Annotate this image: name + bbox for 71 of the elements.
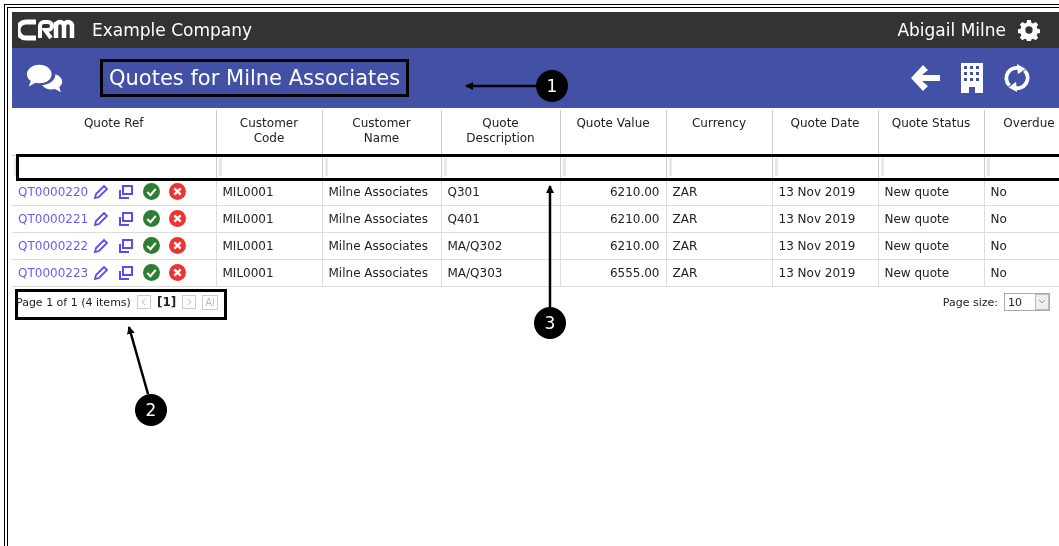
close-circle-icon[interactable] [169, 210, 187, 227]
copy-icon[interactable] [118, 210, 135, 227]
company-name: Example Company [92, 20, 253, 40]
refresh-icon[interactable] [1002, 63, 1032, 93]
table-cell: 6210.00 [560, 178, 666, 206]
back-arrow-icon[interactable] [908, 62, 942, 94]
table-cell: MIL0001 [216, 205, 322, 233]
table-cell: MIL0001 [216, 259, 322, 287]
table-cell: MA/Q303 [441, 259, 560, 287]
table-cell: Milne Associates [322, 205, 441, 233]
check-circle-icon[interactable] [143, 264, 161, 281]
copy-icon[interactable] [118, 264, 135, 281]
column-header[interactable]: Quote Value [560, 110, 666, 156]
close-circle-icon[interactable] [169, 237, 187, 254]
column-header[interactable]: Customer Code [216, 110, 322, 156]
pencil-icon[interactable] [93, 237, 110, 254]
quote-link[interactable]: QT0000220 [18, 184, 89, 199]
table-cell: 6210.00 [560, 205, 666, 233]
column-header[interactable]: Overdue [984, 110, 1059, 156]
pencil-icon[interactable] [93, 264, 110, 281]
table-cell: New quote [878, 178, 984, 206]
column-header[interactable]: Customer Name [322, 110, 441, 156]
table-cell: MA/Q302 [441, 232, 560, 260]
copy-icon[interactable] [118, 237, 135, 254]
table-cell: ZAR [666, 259, 772, 287]
table-cell: Milne Associates [322, 259, 441, 287]
callout-number: 3 [534, 307, 566, 339]
table-cell: Milne Associates [322, 232, 441, 260]
user-name[interactable]: Abigail Milne [897, 20, 1006, 40]
building-icon[interactable] [960, 62, 984, 94]
check-circle-icon[interactable] [143, 210, 161, 227]
page-size-select[interactable]: 10 [1004, 293, 1050, 311]
table-cell: MIL0001 [216, 178, 322, 206]
table-cell: New quote [878, 205, 984, 233]
copy-icon[interactable] [118, 183, 135, 200]
column-header[interactable]: Quote Date [772, 110, 878, 156]
table-cell: ZAR [666, 205, 772, 233]
quote-link[interactable]: QT0000222 [18, 238, 89, 253]
column-header[interactable]: Currency [666, 110, 772, 156]
arrow [127, 326, 150, 395]
table-cell: 13 Nov 2019 [772, 205, 878, 233]
table-cell: MIL0001 [216, 232, 322, 260]
column-header[interactable]: Quote Ref [12, 110, 216, 156]
table-cell: 13 Nov 2019 [772, 232, 878, 260]
pencil-icon[interactable] [93, 183, 110, 200]
check-circle-icon[interactable] [143, 237, 161, 254]
table-cell: 13 Nov 2019 [772, 259, 878, 287]
quote-link[interactable]: QT0000223 [18, 265, 89, 280]
column-header[interactable]: Quote Status [878, 110, 984, 156]
column-header[interactable]: Quote Description [441, 110, 560, 156]
pencil-icon[interactable] [93, 210, 110, 227]
callout-number: 2 [135, 394, 167, 426]
table-cell: Q401 [441, 205, 560, 233]
quote-link[interactable]: QT0000221 [18, 211, 89, 226]
chat-bubbles-icon [26, 62, 64, 94]
current-page: [1] [156, 295, 177, 309]
close-circle-icon[interactable] [169, 183, 187, 200]
table-cell: New quote [878, 232, 984, 260]
table-cell: Milne Associates [322, 178, 441, 206]
close-circle-icon[interactable] [169, 264, 187, 281]
page-title: Quotes for Milne Associates [100, 59, 410, 97]
check-circle-icon[interactable] [143, 183, 161, 200]
table-cell: 6210.00 [560, 232, 666, 260]
table-cell: 13 Nov 2019 [772, 178, 878, 206]
table-cell: ZAR [666, 178, 772, 206]
table-cell: New quote [878, 259, 984, 287]
settings-icon[interactable] [1018, 19, 1040, 41]
page-size-label: Page size: [942, 295, 998, 309]
table-cell: ZAR [666, 232, 772, 260]
table-cell: 6555.00 [560, 259, 666, 287]
table-cell: Q301 [441, 178, 560, 206]
